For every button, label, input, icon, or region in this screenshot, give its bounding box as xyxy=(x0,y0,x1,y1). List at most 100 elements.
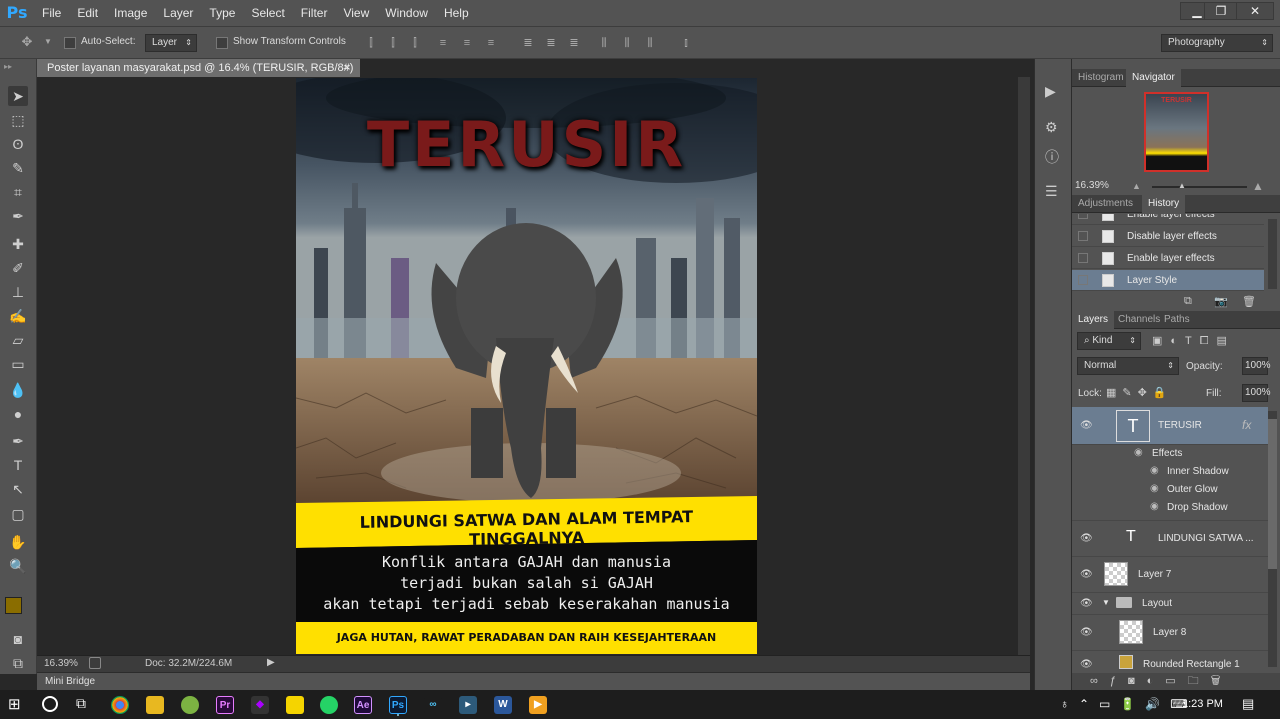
clone-stamp-tool-icon[interactable]: ⊥ xyxy=(8,282,28,302)
play-icon[interactable]: ▶ xyxy=(1045,83,1056,100)
close-document-icon[interactable]: × xyxy=(344,59,350,77)
show-transform-checkbox[interactable] xyxy=(216,37,228,49)
align-vcenter-icon[interactable]: ⫿ xyxy=(386,36,400,50)
align-right-icon[interactable]: ≡ xyxy=(484,36,498,50)
align-left-icon[interactable]: ≡ xyxy=(436,36,450,50)
layer-filter-dropdown[interactable]: ⌕ Kind ⇕ xyxy=(1077,332,1141,350)
layer-row[interactable]: 👁 Layer 7 xyxy=(1072,557,1268,593)
document-tab[interactable]: Poster layanan masyarakat.psd @ 16.4% (T… xyxy=(37,59,360,77)
tab-paths[interactable]: Paths xyxy=(1158,311,1196,329)
app-icon[interactable]: ∞ xyxy=(424,696,442,714)
chrome-icon[interactable] xyxy=(111,696,129,714)
tab-history[interactable]: History xyxy=(1142,195,1186,213)
auto-select-checkbox[interactable] xyxy=(64,37,76,49)
menu-view[interactable]: View xyxy=(335,0,377,26)
rectangle-tool-icon[interactable]: ▢ xyxy=(8,504,28,524)
distribute-top-icon[interactable]: ≣ xyxy=(521,36,535,50)
eye-icon[interactable]: 👁 xyxy=(1080,533,1093,544)
dodge-tool-icon[interactable]: ● xyxy=(8,404,28,424)
eyedropper-tool-icon[interactable]: ✒ xyxy=(8,206,28,226)
camera-icon[interactable]: 📷 xyxy=(1214,295,1228,308)
type-tool-icon[interactable]: T xyxy=(8,455,28,475)
menu-filter[interactable]: Filter xyxy=(293,0,336,26)
move-tool-icon[interactable]: ➤ xyxy=(8,86,28,106)
eye-icon[interactable]: 👁 xyxy=(1080,569,1093,580)
layers-scrollbar[interactable] xyxy=(1268,411,1277,667)
blur-tool-icon[interactable]: 💧 xyxy=(8,380,28,400)
menu-edit[interactable]: Edit xyxy=(69,0,106,26)
navigator-thumbnail[interactable]: TERUSIR xyxy=(1144,92,1209,172)
mini-bridge-tab[interactable]: Mini Bridge xyxy=(37,672,1030,690)
zoom-level[interactable]: 16.39% xyxy=(44,658,78,669)
distribute-vcenter-icon[interactable]: ≣ xyxy=(544,36,558,50)
file-explorer-icon[interactable] xyxy=(146,696,164,714)
tab-histogram[interactable]: Histogram xyxy=(1072,69,1130,87)
eye-icon[interactable]: 👁 xyxy=(1080,659,1093,670)
zoom-out-icon[interactable]: ▲ xyxy=(1132,181,1141,191)
healing-brush-tool-icon[interactable]: ✚ xyxy=(8,234,28,254)
align-top-icon[interactable]: ⫿ xyxy=(364,36,378,50)
zoom-slider[interactable] xyxy=(1152,186,1247,188)
brush-tool-icon[interactable]: ✐ xyxy=(8,258,28,278)
move-tool-icon[interactable]: ✥ xyxy=(20,35,34,49)
menu-file[interactable]: File xyxy=(34,0,69,26)
effect-row[interactable]: ◉ Drop Shadow xyxy=(1072,499,1268,521)
app-icon[interactable]: ◆ xyxy=(251,696,269,714)
tab-layers[interactable]: Layers xyxy=(1072,311,1115,329)
status-arrow-icon[interactable]: ▶ xyxy=(267,657,275,668)
word-icon[interactable]: W xyxy=(494,696,512,714)
menu-help[interactable]: Help xyxy=(436,0,477,26)
collapse-icon[interactable]: ▸▸ xyxy=(4,62,12,71)
distribute-hcenter-icon[interactable]: ⫼ xyxy=(620,36,634,50)
eye-icon[interactable]: 👁 xyxy=(1080,627,1093,638)
auto-align-icon[interactable]: ⫾ xyxy=(679,36,693,50)
path-select-tool-icon[interactable]: ↖ xyxy=(8,479,28,499)
app-icon[interactable] xyxy=(181,696,199,714)
media-player-icon[interactable]: ▶ xyxy=(529,696,547,714)
navigator-zoom[interactable]: 16.39% xyxy=(1075,180,1109,191)
marquee-tool-icon[interactable]: ⬚ xyxy=(8,110,28,130)
zoom-tool-icon[interactable]: 🔍 xyxy=(8,556,28,576)
lock-icons[interactable]: ▦✎✥🔒 xyxy=(1106,386,1173,399)
after-effects-icon[interactable]: Ae xyxy=(354,696,372,714)
windows-start-icon[interactable]: ⊞ xyxy=(8,697,24,713)
eye-icon[interactable]: ◉ xyxy=(1150,483,1159,494)
hand-tool-icon[interactable]: ✋ xyxy=(8,532,28,552)
tab-adjustments[interactable]: Adjustments xyxy=(1072,195,1139,213)
gradient-tool-icon[interactable]: ▭ xyxy=(8,354,28,374)
opacity-field[interactable]: 100% xyxy=(1242,357,1271,375)
tool-presets-icon[interactable]: ⚙ xyxy=(1045,119,1058,136)
vertical-scrollbar[interactable] xyxy=(1018,77,1030,655)
tab-navigator[interactable]: Navigator xyxy=(1126,69,1181,87)
menu-layer[interactable]: Layer xyxy=(155,0,201,26)
fill-field[interactable]: 100% xyxy=(1242,384,1271,402)
app-icon[interactable]: ▸ xyxy=(459,696,477,714)
eye-icon[interactable]: 👁 xyxy=(1080,420,1093,431)
eye-icon[interactable]: ◉ xyxy=(1134,447,1143,458)
history-scrollbar[interactable] xyxy=(1268,219,1277,289)
effects-row[interactable]: ◉ Effects xyxy=(1072,445,1268,463)
effect-row[interactable]: ◉ Outer Glow xyxy=(1072,481,1268,499)
clock[interactable]: 1:23 PM xyxy=(1182,698,1223,710)
chevron-down-icon[interactable]: ▼ xyxy=(41,35,55,49)
layer-row[interactable]: 👁 Layer 8 xyxy=(1072,615,1268,651)
foreground-color-swatch[interactable] xyxy=(5,597,22,614)
distribute-bottom-icon[interactable]: ≣ xyxy=(567,36,581,50)
notifications-icon[interactable]: ▤ xyxy=(1242,696,1254,712)
auto-select-dropdown[interactable]: Layer ⇕ xyxy=(145,34,197,52)
trash-icon[interactable]: 🗑 xyxy=(1242,295,1256,308)
quick-mask-icon[interactable]: ◙ xyxy=(8,629,28,649)
eye-icon[interactable]: 👁 xyxy=(1080,598,1093,609)
chevron-down-icon[interactable]: ▼ xyxy=(1102,598,1110,607)
history-item[interactable]: Enable layer effects xyxy=(1072,248,1264,269)
whatsapp-icon[interactable] xyxy=(320,696,338,714)
align-hcenter-icon[interactable]: ≡ xyxy=(460,36,474,50)
effect-row[interactable]: ◉ Inner Shadow xyxy=(1072,463,1268,481)
eraser-tool-icon[interactable]: ▱ xyxy=(8,330,28,350)
distribute-right-icon[interactable]: ⫼ xyxy=(643,36,657,50)
eye-icon[interactable]: ◉ xyxy=(1150,501,1159,512)
crop-tool-icon[interactable]: ⌗ xyxy=(8,182,28,202)
task-view-icon[interactable]: ⧉ xyxy=(76,695,86,712)
blend-mode-dropdown[interactable]: Normal ⇕ xyxy=(1077,357,1179,375)
poster-canvas[interactable]: TERUSIR LINDUNGI SATWA DAN ALAM TEMPAT T… xyxy=(296,78,757,654)
